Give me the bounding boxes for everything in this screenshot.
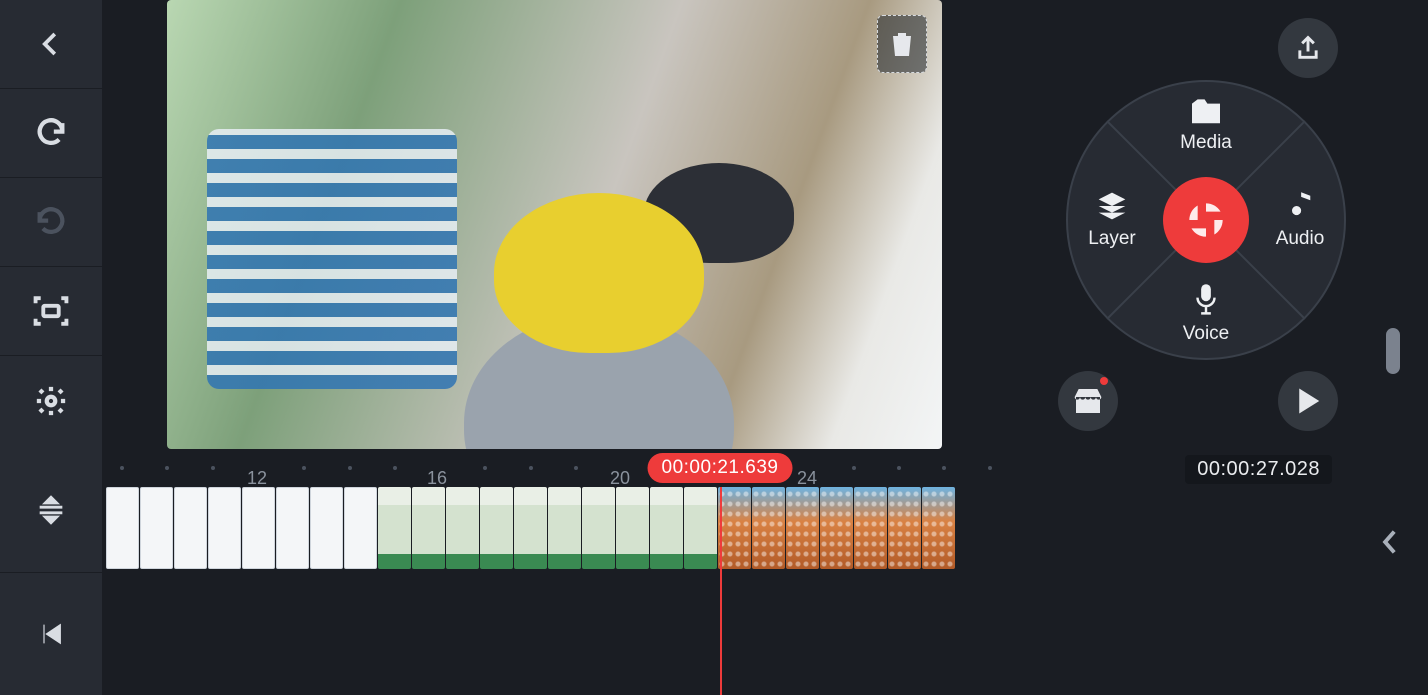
gear-icon: [34, 384, 68, 418]
clip-thumb[interactable]: [480, 487, 513, 569]
clip-thumb[interactable]: [514, 487, 547, 569]
shutter-icon: [1186, 200, 1226, 240]
preview-decor: [207, 129, 457, 389]
delete-clip-button[interactable]: [877, 15, 927, 73]
ruler-label: 16: [427, 468, 447, 489]
clip-thumb[interactable]: [106, 487, 139, 569]
timeline[interactable]: 12 16 20 24 00:00:27.028 00:00:21.639: [102, 449, 1428, 695]
store-icon: [1072, 386, 1104, 416]
ruler-label: 12: [247, 468, 267, 489]
undo-icon: [34, 116, 68, 150]
clip-thumb[interactable]: [378, 487, 411, 569]
playhead-time[interactable]: 00:00:21.639: [648, 453, 793, 483]
ruler-label: 24: [797, 468, 817, 489]
video-track[interactable]: [106, 487, 955, 569]
timeline-expand-button[interactable]: [0, 449, 102, 572]
expand-tracks-icon: [34, 493, 68, 527]
share-icon: [1294, 34, 1322, 62]
clip-thumb[interactable]: [242, 487, 275, 569]
play-icon: [1295, 386, 1321, 416]
skip-start-icon: [37, 620, 65, 648]
clip-thumb[interactable]: [616, 487, 649, 569]
redo-icon: [34, 205, 68, 239]
clip-thumb[interactable]: [650, 487, 683, 569]
video-preview[interactable]: [167, 0, 942, 449]
ruler-label: 20: [610, 468, 630, 489]
trash-icon: [890, 30, 914, 58]
store-button[interactable]: [1058, 371, 1118, 431]
clip-thumb[interactable]: [548, 487, 581, 569]
tool-wheel: Media Layer Audio Voice: [1066, 80, 1346, 360]
chevron-left-icon: [1380, 529, 1398, 555]
undo-button[interactable]: [0, 89, 102, 178]
redo-button[interactable]: [0, 178, 102, 267]
back-button[interactable]: [0, 0, 102, 89]
clip-thumb[interactable]: [582, 487, 615, 569]
wheel-record-button[interactable]: [1163, 177, 1249, 263]
clip-thumb[interactable]: [718, 487, 751, 569]
clip-thumb[interactable]: [922, 487, 955, 569]
clip-thumb[interactable]: [344, 487, 377, 569]
play-button[interactable]: [1278, 371, 1338, 431]
clip-thumb[interactable]: [888, 487, 921, 569]
tool-wheel-panel: Media Layer Audio Voice: [1040, 0, 1428, 449]
share-button[interactable]: [1278, 18, 1338, 78]
timeline-start-button[interactable]: [0, 572, 102, 695]
clip-thumb[interactable]: [786, 487, 819, 569]
clip-thumb[interactable]: [276, 487, 309, 569]
wheel-layer-button[interactable]: [1058, 167, 1168, 277]
chevron-left-icon: [36, 29, 66, 59]
clip-thumb[interactable]: [752, 487, 785, 569]
capture-icon: [33, 295, 69, 327]
clip-thumb[interactable]: [310, 487, 343, 569]
clip-thumb[interactable]: [412, 487, 445, 569]
clip-thumb[interactable]: [684, 487, 717, 569]
wheel-media-button[interactable]: [1153, 72, 1263, 182]
timeline-ruler[interactable]: 12 16 20 24 00:00:27.028 00:00:21.639: [102, 449, 1428, 487]
left-sidebar: [0, 0, 102, 449]
playhead[interactable]: [720, 487, 722, 695]
total-duration: 00:00:27.028: [1185, 455, 1332, 484]
timeline-sidebar: [0, 449, 102, 695]
capture-button[interactable]: [0, 267, 102, 356]
clip-thumb[interactable]: [140, 487, 173, 569]
timeline-collapse-button[interactable]: [1376, 529, 1402, 555]
wheel-voice-button[interactable]: [1153, 258, 1263, 368]
settings-button[interactable]: [0, 356, 102, 445]
clip-thumb[interactable]: [208, 487, 241, 569]
panel-drag-handle[interactable]: [1386, 328, 1400, 374]
clip-thumb[interactable]: [820, 487, 853, 569]
clip-thumb[interactable]: [854, 487, 887, 569]
clip-thumb[interactable]: [446, 487, 479, 569]
preview-area: [102, 0, 1040, 449]
clip-thumb[interactable]: [174, 487, 207, 569]
